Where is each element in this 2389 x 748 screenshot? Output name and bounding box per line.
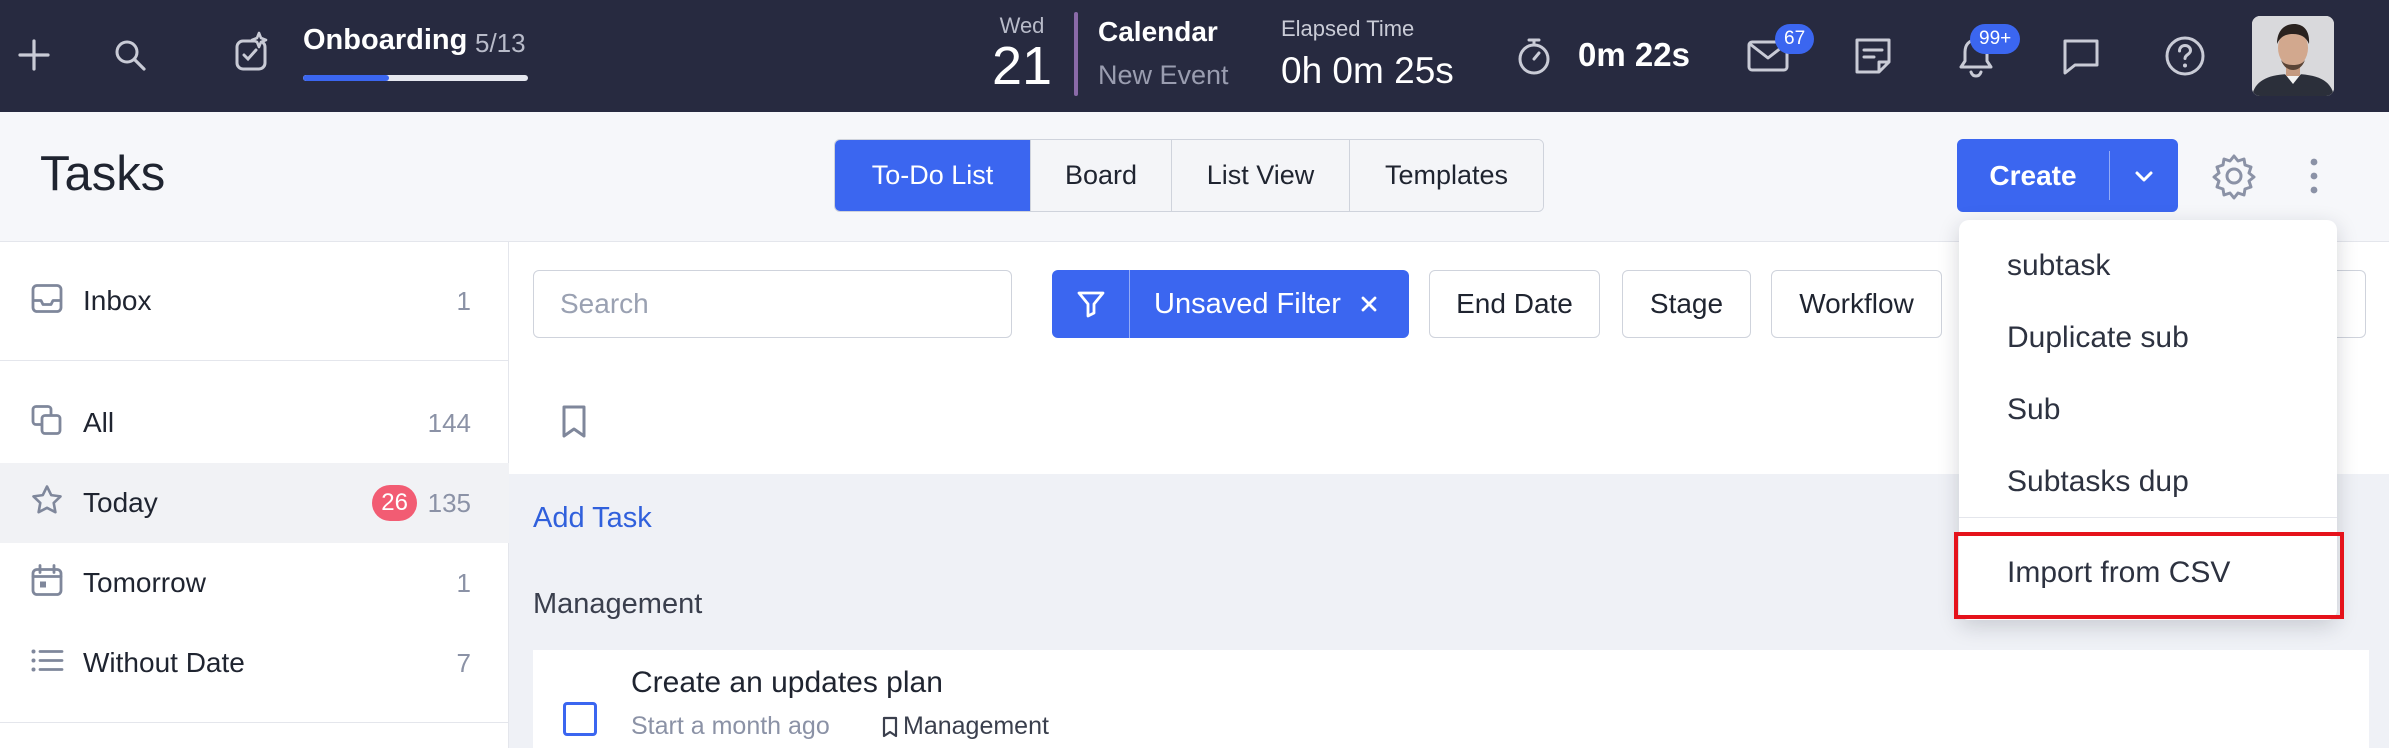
sidebar-item-today[interactable]: Today 26 135: [0, 463, 509, 543]
create-button[interactable]: Create: [1957, 139, 2178, 212]
sidebar-item-tomorrow[interactable]: Tomorrow 1: [0, 543, 509, 623]
plus-icon[interactable]: [14, 35, 54, 75]
elapsed-time-value: 0h 0m 25s: [1281, 50, 1454, 91]
sidebar-item-label: All: [83, 407, 115, 438]
menu-item-subtasks-dup[interactable]: Subtasks dup: [2007, 465, 2189, 499]
onboarding-icon[interactable]: [228, 28, 276, 76]
page-title: Tasks: [40, 147, 166, 201]
group-title: Management: [533, 588, 703, 620]
bookmark-icon: [882, 716, 898, 737]
elapsed-time-label: Elapsed Time: [1281, 16, 1415, 41]
user-avatar[interactable]: [2252, 16, 2334, 96]
filter-label[interactable]: Unsaved Filter: [1130, 270, 1341, 338]
top-bar: Onboarding 5/13 Wed 21 Calendar New Even…: [0, 0, 2389, 112]
sidebar-item-count: 7: [456, 647, 471, 678]
search-input[interactable]: [533, 270, 1012, 338]
create-dropdown-menu: subtask Duplicate sub Sub Subtasks dup I…: [1959, 220, 2337, 620]
menu-item-import-from-csv[interactable]: Import from CSV: [2007, 556, 2230, 590]
sidebar-item-label: Tomorrow: [83, 567, 206, 598]
menu-item-duplicate-sub[interactable]: Duplicate sub: [2007, 321, 2189, 355]
sidebar-item-label: Inbox: [83, 285, 152, 316]
filter-icon[interactable]: [1052, 270, 1130, 338]
sidebar-item-count: 144: [427, 407, 471, 438]
list-icon: [30, 644, 64, 683]
timer-value: 0m 22s: [1578, 36, 1690, 73]
task-row[interactable]: Create an updates plan Start a month ago…: [533, 650, 2369, 748]
chat-icon[interactable]: [2058, 34, 2104, 78]
stopwatch-icon[interactable]: [1512, 34, 1556, 78]
chevron-down-icon[interactable]: [2110, 139, 2178, 212]
task-start-date: Start a month ago: [631, 712, 830, 740]
sidebar: Inbox 1 All 144 Today 26 135 Tomorrow 1 …: [0, 242, 509, 748]
sidebar-divider: [0, 360, 509, 361]
sidebar-item-label: Today: [83, 487, 158, 518]
calendar-icon: [30, 564, 64, 603]
onboarding-progress-fill: [303, 75, 389, 81]
unsaved-filter-button[interactable]: Unsaved Filter: [1052, 270, 1409, 338]
notes-icon[interactable]: [1850, 33, 1896, 79]
more-options-icon[interactable]: [2302, 152, 2326, 205]
create-button-label[interactable]: Create: [1957, 139, 2109, 212]
overdue-badge: 26: [372, 485, 417, 521]
inbox-icon: [30, 282, 64, 321]
onboarding-title[interactable]: Onboarding: [303, 24, 467, 57]
sidebar-item-count: 135: [427, 487, 471, 518]
calendar-new-event[interactable]: New Event: [1098, 60, 1229, 91]
sidebar-item-all[interactable]: All 144: [0, 383, 509, 463]
menu-item-sub[interactable]: Sub: [2007, 393, 2060, 427]
search-icon[interactable]: [110, 35, 150, 75]
tab-todo-list[interactable]: To-Do List: [835, 140, 1030, 211]
tab-templates[interactable]: Templates: [1349, 140, 1543, 211]
collapse-filter-chip[interactable]: [2336, 270, 2366, 338]
sidebar-item-count: 1: [456, 567, 471, 598]
menu-item-subtask[interactable]: subtask: [2007, 249, 2110, 283]
calendar-title[interactable]: Calendar: [1098, 16, 1218, 48]
task-title[interactable]: Create an updates plan: [631, 666, 943, 700]
gear-icon[interactable]: [2210, 152, 2258, 205]
workflow-filter-chip[interactable]: Workflow: [1771, 270, 1942, 338]
sidebar-item-without-date[interactable]: Without Date 7: [0, 623, 509, 703]
sidebar-item-inbox[interactable]: Inbox 1: [0, 261, 509, 341]
tab-list-view[interactable]: List View: [1171, 140, 1349, 211]
task-tag-label: Management: [903, 712, 1049, 740]
menu-divider: [1959, 517, 2337, 518]
mail-badge: 67: [1775, 24, 1815, 54]
task-checkbox[interactable]: [563, 702, 597, 736]
copy-icon: [30, 404, 64, 443]
tab-board[interactable]: Board: [1030, 140, 1171, 211]
sidebar-divider: [0, 722, 509, 723]
sidebar-item-label: Without Date: [83, 647, 245, 678]
bookmark-icon[interactable]: [560, 404, 588, 445]
onboarding-count: 5/13: [475, 28, 526, 58]
add-task-link[interactable]: Add Task: [533, 502, 652, 535]
end-date-filter-chip[interactable]: End Date: [1429, 270, 1600, 338]
sidebar-item-count: 1: [456, 285, 471, 316]
help-icon[interactable]: [2162, 33, 2208, 79]
view-tabs: To-Do List Board List View Templates: [834, 139, 1544, 212]
calendar-separator: [1074, 12, 1078, 96]
task-tag[interactable]: Management: [881, 712, 1049, 741]
calendar-day-number: 21: [992, 36, 1053, 96]
star-icon: [30, 484, 64, 523]
stage-filter-chip[interactable]: Stage: [1622, 270, 1751, 338]
onboarding-progress-bar: [303, 75, 528, 81]
close-icon[interactable]: [1341, 270, 1379, 338]
notifications-badge: 99+: [1970, 24, 2021, 54]
